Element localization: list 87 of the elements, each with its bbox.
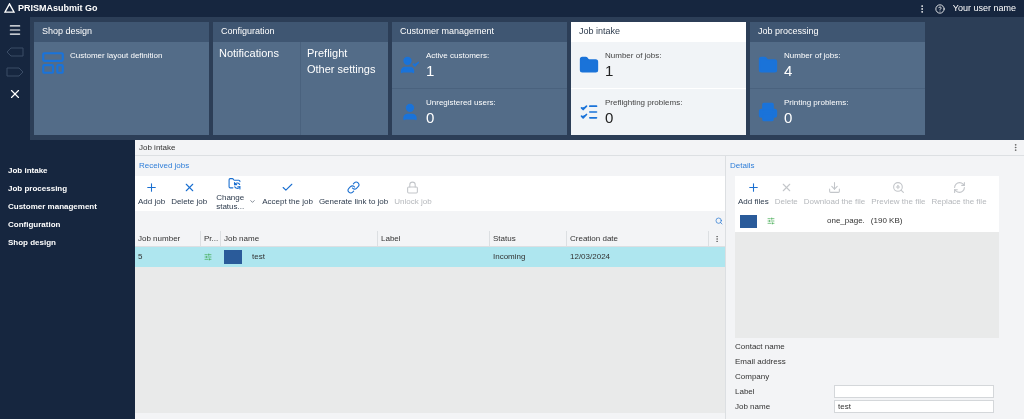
file-size: (190 KB) [870, 215, 903, 227]
toolbar-button[interactable]: Delete job [168, 181, 211, 206]
folder-icon [228, 176, 242, 190]
field-label: Contact name [735, 340, 786, 353]
more-icon[interactable] [1011, 143, 1020, 152]
help-icon[interactable] [934, 3, 945, 14]
column-header[interactable]: Job number [135, 231, 201, 246]
tile-title: Configuration [213, 22, 388, 42]
stat-value: 1 [605, 62, 615, 80]
refresh-icon [952, 180, 966, 194]
column-header[interactable]: Label [378, 231, 490, 246]
folder-icon [758, 55, 778, 75]
stat-label: Number of jobs: [605, 50, 662, 62]
caret-icon [249, 198, 257, 205]
tile-title: Job processing [750, 22, 925, 42]
toolbar-button[interactable]: Add files [735, 180, 772, 206]
stat-value: 0 [784, 108, 794, 127]
field-label: Job name [735, 400, 772, 413]
nav-item[interactable]: Shop design [8, 237, 133, 255]
nav-item[interactable]: Customer management [8, 201, 133, 219]
tile-link[interactable]: Notifications [219, 45, 294, 61]
field-label: Email address [735, 355, 787, 368]
preflight-ok-icon [767, 217, 775, 225]
column-header[interactable]: Job name [221, 231, 378, 246]
stat-label: Preflighting problems: [605, 96, 683, 109]
thumbnail-placeholder [740, 214, 757, 228]
search-icon [891, 180, 905, 194]
table-cell-text: 5 [137, 251, 144, 263]
tile-link[interactable]: Preflight [307, 45, 382, 61]
dashboard-tile[interactable]: Job intake Number of jobs: 1 Preflighting problems: 0 [571, 22, 746, 135]
tile-title: Shop design [34, 22, 209, 42]
close-icon[interactable] [8, 87, 22, 101]
column-header[interactable]: Pr... [201, 231, 221, 246]
person-icon [400, 55, 420, 75]
table-cell-text: Incoming [492, 251, 527, 263]
dashboard-tile[interactable]: Shop design Customer layout definition [34, 22, 209, 135]
section-title: Received jobs [139, 160, 190, 172]
stat-label: Number of jobs: [784, 50, 841, 62]
input-field[interactable] [834, 385, 994, 398]
app-title: PRISMAsubmit Go [18, 1, 98, 15]
download-icon [828, 180, 841, 194]
user-name[interactable]: Your user name [952, 1, 1016, 16]
plus-icon [145, 181, 159, 194]
dashboard-tile[interactable]: Job processing Number of jobs: 4 Printing problems: 0 [750, 22, 925, 135]
menu-icon[interactable] [7, 23, 23, 37]
link-icon [347, 181, 361, 194]
field-label: Company [735, 370, 771, 383]
search-icon[interactable] [715, 217, 723, 225]
tile-link[interactable]: Other settings [307, 61, 382, 77]
stat-label: Active customers: [426, 50, 490, 62]
plus-icon [746, 180, 760, 194]
table-cell-text: 12/03/2024 [569, 251, 612, 263]
nav-item[interactable]: Job processing [8, 183, 133, 201]
toolbar-button[interactable]: Add job [135, 181, 169, 206]
tile-link[interactable]: Customer layout definition [70, 50, 163, 76]
table-cell: test [252, 251, 265, 263]
lock-icon [406, 181, 420, 194]
stat-value: 0 [426, 108, 436, 127]
toolbar-button[interactable]: Change status... [210, 176, 260, 211]
stat-value: 1 [426, 62, 436, 80]
stat-label: Unregistered users: [426, 96, 496, 109]
person-icon [400, 101, 420, 122]
dashboard-tile[interactable]: Customer management Active customers: 1 Unregistered users: 0 [392, 22, 567, 135]
input-field[interactable]: test [834, 400, 994, 413]
folder-icon [579, 55, 599, 75]
toolbar-button[interactable]: Accept the job [259, 181, 316, 206]
dashboard-tile[interactable]: Configuration Notifications Preflight Other settings [213, 22, 388, 135]
table-row[interactable]: 5 test Incoming 12/03/2024 [135, 247, 725, 267]
layout-icon [40, 50, 66, 76]
column-header[interactable]: Status [490, 231, 567, 246]
logo-icon [4, 3, 15, 14]
tile-title: Customer management [392, 22, 567, 42]
section-title: Details [730, 160, 755, 172]
column-header[interactable]: Creation date [567, 231, 709, 246]
stat-value: 0 [605, 108, 615, 127]
field-label: Label [735, 385, 756, 398]
nav-item[interactable]: Job intake [8, 165, 133, 183]
toolbar-button[interactable]: Generate link to job [315, 181, 392, 206]
file-name: one_page. [827, 215, 865, 227]
panel-title: Job intake [139, 141, 176, 154]
tile-title: Job intake [571, 22, 746, 42]
stat-label: Printing problems: [784, 96, 849, 109]
check-icon [281, 181, 294, 194]
nav-item[interactable]: Configuration [8, 219, 133, 237]
thumbnail-placeholder [224, 250, 242, 264]
preflight-ok-icon [204, 253, 212, 261]
stat-value: 4 [784, 62, 794, 80]
